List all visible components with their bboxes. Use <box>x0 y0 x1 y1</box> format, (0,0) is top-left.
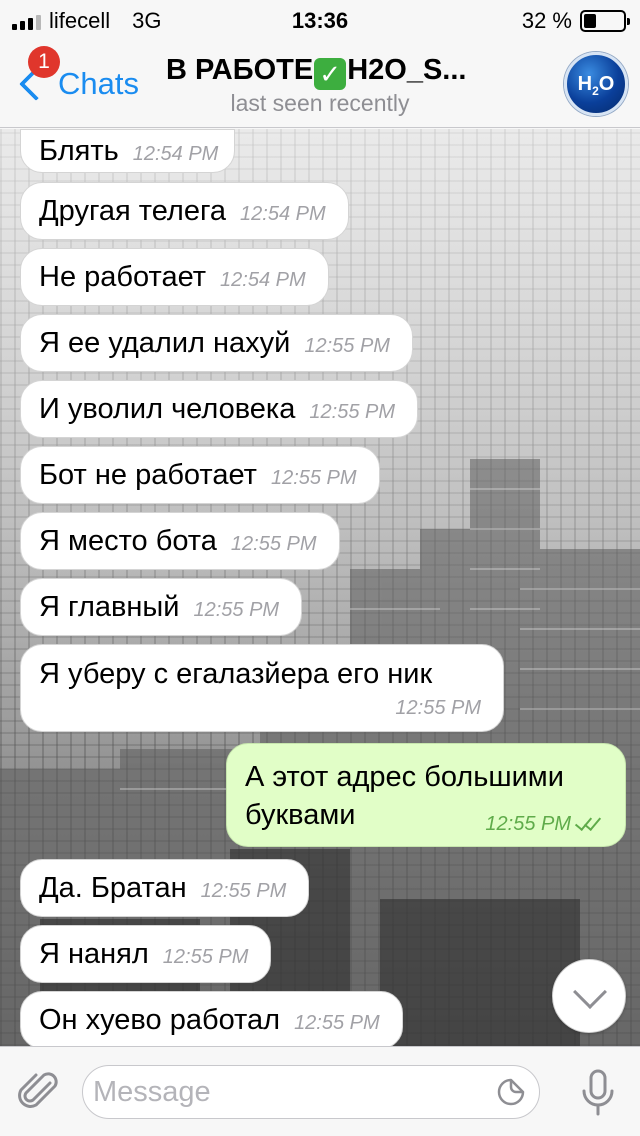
message-text-line-2: буквами <box>245 799 356 831</box>
message-field[interactable] <box>82 1065 540 1119</box>
message-bubble-incoming[interactable]: Он хуево работал 12:55 PM <box>20 991 403 1046</box>
microphone-icon[interactable] <box>578 1069 618 1117</box>
message-text: Я ее удалил нахуй <box>39 327 291 359</box>
message-bubble-outgoing[interactable]: А этот адрес большими буквами 12:55 PM <box>226 743 626 847</box>
message-list[interactable]: Блять 12:54 PM Другая телега 12:54 PM Не р… <box>0 129 640 1046</box>
message-text: И уволил человека <box>39 393 296 425</box>
chevron-down-icon <box>573 975 607 1009</box>
message-bubble-incoming[interactable]: Я главный 12:55 PM <box>20 578 303 636</box>
message-time: 12:55 PM <box>230 533 317 555</box>
message-bubble-incoming[interactable]: Я место бота 12:55 PM <box>20 512 340 570</box>
avatar-text-2: O <box>598 73 615 95</box>
message-text: Я главный <box>39 591 180 623</box>
message-text: Не работает <box>39 261 207 293</box>
avatar-subscript: 2 <box>592 84 599 98</box>
message-bubble-incoming[interactable]: Блять 12:54 PM <box>20 129 236 173</box>
chat-title-part1: В РАБОТЕ <box>166 54 314 86</box>
battery-icon <box>580 10 630 32</box>
chat-header: Chats 1 В РАБОТЕ ✓ H2O_S... last seen rece… <box>0 40 640 128</box>
status-bar: lifecell 3G 13:36 32 % <box>0 0 640 40</box>
message-time: 12:55 PM <box>162 946 249 968</box>
message-time: 12:55 PM <box>485 813 571 835</box>
chat-title-part2: H2O_S... <box>347 54 467 86</box>
message-bubble-incoming[interactable]: Не работает 12:54 PM <box>20 248 329 306</box>
last-seen-status: last seen recently <box>230 90 410 116</box>
battery-info: 32 % <box>521 8 630 34</box>
scroll-to-bottom-button[interactable] <box>552 959 626 1033</box>
message-time: 12:54 PM <box>240 203 326 225</box>
message-text: Он хуево работал <box>39 1004 281 1036</box>
message-text: Бот не работает <box>39 459 257 491</box>
double-check-icon <box>573 812 603 832</box>
message-time: 12:55 PM <box>294 1012 380 1034</box>
message-text: Да. Братан <box>39 872 187 904</box>
message-text: Другая телега <box>39 195 227 227</box>
message-time: 12:54 PM <box>132 143 219 165</box>
message-time: 12:55 PM <box>304 335 390 357</box>
message-time: 12:54 PM <box>220 269 306 291</box>
message-text: Я место бота <box>39 525 217 557</box>
message-bubble-incoming[interactable]: Я уберу с егалазйера его ник 12:55 PM <box>20 644 504 732</box>
unread-badge: 1 <box>28 46 60 78</box>
paperclip-icon[interactable] <box>16 1069 62 1115</box>
message-bubble-incoming[interactable]: Я ее удалил нахуй 12:55 PM <box>20 314 413 372</box>
sticker-icon[interactable] <box>497 1078 525 1106</box>
avatar[interactable]: H2O <box>564 52 628 116</box>
back-label: Chats <box>58 66 139 101</box>
message-bubble-incoming[interactable]: Бот не работает 12:55 PM <box>20 446 380 504</box>
message-time: 12:55 PM <box>270 467 357 489</box>
message-text: Я нанял <box>39 938 149 970</box>
message-bubble-incoming[interactable]: Другая телега 12:54 PM <box>20 182 349 240</box>
avatar-text: H <box>577 73 593 95</box>
message-bubble-incoming[interactable]: Я нанял 12:55 PM <box>20 925 272 983</box>
composer-bar <box>0 1046 640 1136</box>
message-time: 12:55 PM <box>395 697 481 719</box>
message-time: 12:55 PM <box>309 401 395 423</box>
message-time: 12:55 PM <box>193 599 280 621</box>
check-mark-emoji-icon: ✓ <box>314 58 347 90</box>
message-text: Блять <box>39 135 119 167</box>
message-bubble-incoming[interactable]: Да. Братан 12:55 PM <box>20 859 310 917</box>
battery-percent: 32 % <box>521 8 572 33</box>
message-text: Я уберу с егалазйера его ник <box>39 658 433 690</box>
chat-title[interactable]: В РАБОТЕ ✓ H2O_S... <box>166 54 514 90</box>
message-time: 12:55 PM <box>200 880 287 902</box>
message-text-line-1: А этот адрес большими <box>245 761 564 793</box>
message-bubble-incoming[interactable]: И уволил человека 12:55 PM <box>20 380 418 438</box>
message-input[interactable] <box>93 1066 483 1118</box>
